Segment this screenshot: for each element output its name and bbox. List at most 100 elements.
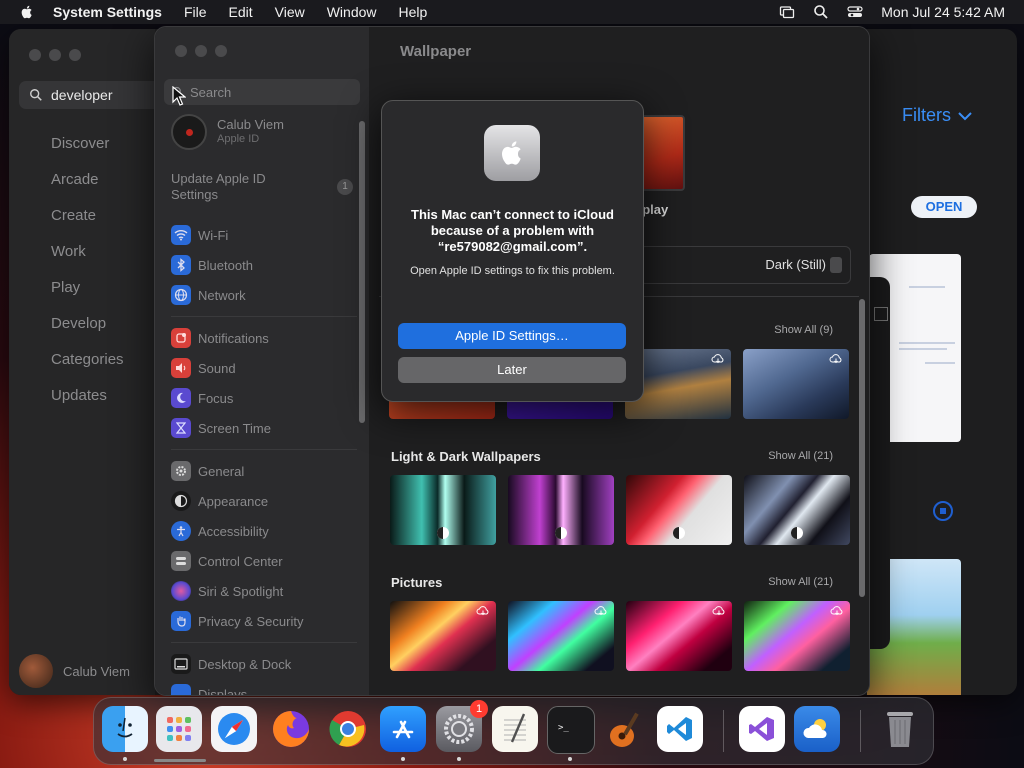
menu-bar: System Settings File Edit View Window He… [0, 0, 1024, 24]
safari-icon[interactable] [211, 706, 257, 752]
cloud-download-icon [711, 354, 724, 364]
mouse-cursor-icon [172, 86, 186, 106]
sidebar-item-label: Focus [198, 390, 234, 406]
wallpaper-thumb[interactable] [626, 475, 732, 545]
download-progress-icon[interactable] [933, 501, 953, 521]
search-value: developer [51, 87, 113, 103]
zoom-button[interactable] [69, 49, 81, 61]
sidebar-item-notifications[interactable]: Notifications [171, 328, 269, 348]
textedit-icon[interactable] [492, 706, 538, 752]
nav-play[interactable]: Play [51, 277, 124, 313]
filters-button[interactable]: Filters [902, 105, 973, 126]
sidebar-scrollbar[interactable] [359, 121, 365, 423]
running-indicator [457, 757, 461, 761]
later-button[interactable]: Later [398, 357, 626, 383]
menu-edit[interactable]: Edit [229, 4, 253, 20]
chrome-icon[interactable] [325, 706, 371, 752]
menu-clock[interactable]: Mon Jul 24 5:42 AM [881, 4, 1005, 20]
show-all-button[interactable]: Show All (21) [768, 450, 833, 462]
wallpaper-thumb[interactable] [626, 601, 732, 671]
sidebar-item-siri-spotlight[interactable]: Siri & Spotlight [171, 581, 283, 601]
appearance-select[interactable]: Dark (Still) [639, 246, 851, 284]
app-store-icon[interactable] [380, 706, 426, 752]
garageband-icon[interactable] [602, 706, 648, 752]
sidebar-item-sound[interactable]: Sound [171, 358, 236, 378]
weather-icon[interactable] [794, 706, 840, 752]
wallpaper-thumb[interactable] [508, 601, 614, 671]
sidebar-item-general[interactable]: General [171, 461, 244, 481]
sidebar-item-wifi[interactable]: Wi-Fi [171, 225, 228, 245]
sidebar-item-bluetooth[interactable]: Bluetooth [171, 255, 253, 275]
wallpaper-thumb[interactable] [744, 601, 850, 671]
menu-help[interactable]: Help [399, 4, 428, 20]
zoom-button[interactable] [215, 45, 227, 57]
wallpaper-thumb[interactable] [508, 475, 614, 545]
apple-logo-icon[interactable] [19, 4, 35, 20]
sidebar-item-label: Appearance [198, 493, 269, 509]
svg-text:>_: >_ [558, 723, 569, 733]
wallpaper-thumb[interactable] [390, 475, 496, 545]
sidebar-item-label: Notifications [198, 330, 269, 346]
sidebar-item-screen-time[interactable]: Screen Time [171, 418, 271, 438]
close-button[interactable] [175, 45, 187, 57]
cloud-download-icon [830, 606, 843, 616]
control-center-icon[interactable] [847, 4, 863, 20]
sidebar-item-appearance[interactable]: Appearance [171, 491, 268, 511]
sidebar-toggle-icon[interactable] [874, 307, 888, 321]
account-name: Calub Viem [63, 663, 130, 679]
visual-studio-icon[interactable] [739, 706, 785, 752]
show-all-button[interactable]: Show All (9) [774, 324, 833, 336]
open-button[interactable]: OPEN [911, 196, 977, 218]
visual-studio-code-icon[interactable] [657, 706, 703, 752]
dock: 1 >_ [93, 697, 934, 765]
menu-window[interactable]: Window [327, 4, 377, 20]
sidebar-item-privacy-security[interactable]: Privacy & Security [171, 611, 303, 631]
wallpaper-thumb[interactable] [744, 475, 850, 545]
sidebar-item-control-center[interactable]: Control Center [171, 551, 283, 571]
nav-categories[interactable]: Categories [51, 349, 124, 385]
firefox-icon[interactable] [268, 706, 314, 752]
search-icon[interactable] [813, 4, 829, 20]
cloud-download-icon [829, 354, 842, 364]
sidebar-divider [171, 642, 357, 643]
profile-name: Calub Viem [217, 117, 284, 132]
screen-mirroring-icon[interactable] [779, 4, 795, 20]
terminal-icon[interactable]: >_ [547, 706, 595, 754]
minimize-button[interactable] [49, 49, 61, 61]
sidebar-item-desktop-dock[interactable]: Desktop & Dock [171, 654, 291, 674]
system-settings-icon[interactable]: 1 [436, 700, 488, 752]
wallpaper-scrollbar[interactable] [859, 299, 865, 597]
chevron-up-down-icon [830, 257, 842, 273]
sidebar-item-accessibility[interactable]: Accessibility [171, 521, 269, 541]
sidebar-item-displays[interactable]: Displays [171, 684, 247, 695]
update-apple-id-item[interactable]: Update Apple ID Settings 1 [171, 171, 357, 203]
nav-updates[interactable]: Updates [51, 385, 124, 421]
close-button[interactable] [29, 49, 41, 61]
menu-view[interactable]: View [275, 4, 305, 20]
section-title: Light & Dark Wallpapers [391, 449, 541, 464]
nav-work[interactable]: Work [51, 241, 124, 277]
sidebar-item-network[interactable]: Network [171, 285, 246, 305]
trash-icon[interactable] [877, 706, 923, 752]
wallpaper-thumb[interactable] [743, 349, 849, 419]
app-store-search-input[interactable]: developer [19, 81, 169, 109]
nav-create[interactable]: Create [51, 205, 124, 241]
menu-app-name[interactable]: System Settings [53, 4, 162, 20]
minimize-button[interactable] [195, 45, 207, 57]
nav-discover[interactable]: Discover [51, 133, 124, 169]
nav-arcade[interactable]: Arcade [51, 169, 124, 205]
hourglass-icon [171, 418, 191, 438]
menu-file[interactable]: File [184, 4, 207, 20]
apple-id-settings-button[interactable]: Apple ID Settings… [398, 323, 626, 349]
launchpad-icon[interactable] [156, 706, 202, 752]
apple-id-profile[interactable]: Calub Viem Apple ID [171, 114, 284, 150]
show-all-button[interactable]: Show All (21) [768, 576, 833, 588]
app-store-account[interactable]: Calub Viem [19, 654, 130, 688]
sidebar-item-label: Desktop & Dock [198, 656, 292, 672]
wallpaper-thumb[interactable] [390, 601, 496, 671]
cloud-download-icon [594, 606, 607, 616]
sidebar-item-focus[interactable]: Focus [171, 388, 233, 408]
nav-develop[interactable]: Develop [51, 313, 124, 349]
settings-search-input[interactable]: Search [164, 79, 360, 105]
finder-icon[interactable] [102, 706, 148, 752]
